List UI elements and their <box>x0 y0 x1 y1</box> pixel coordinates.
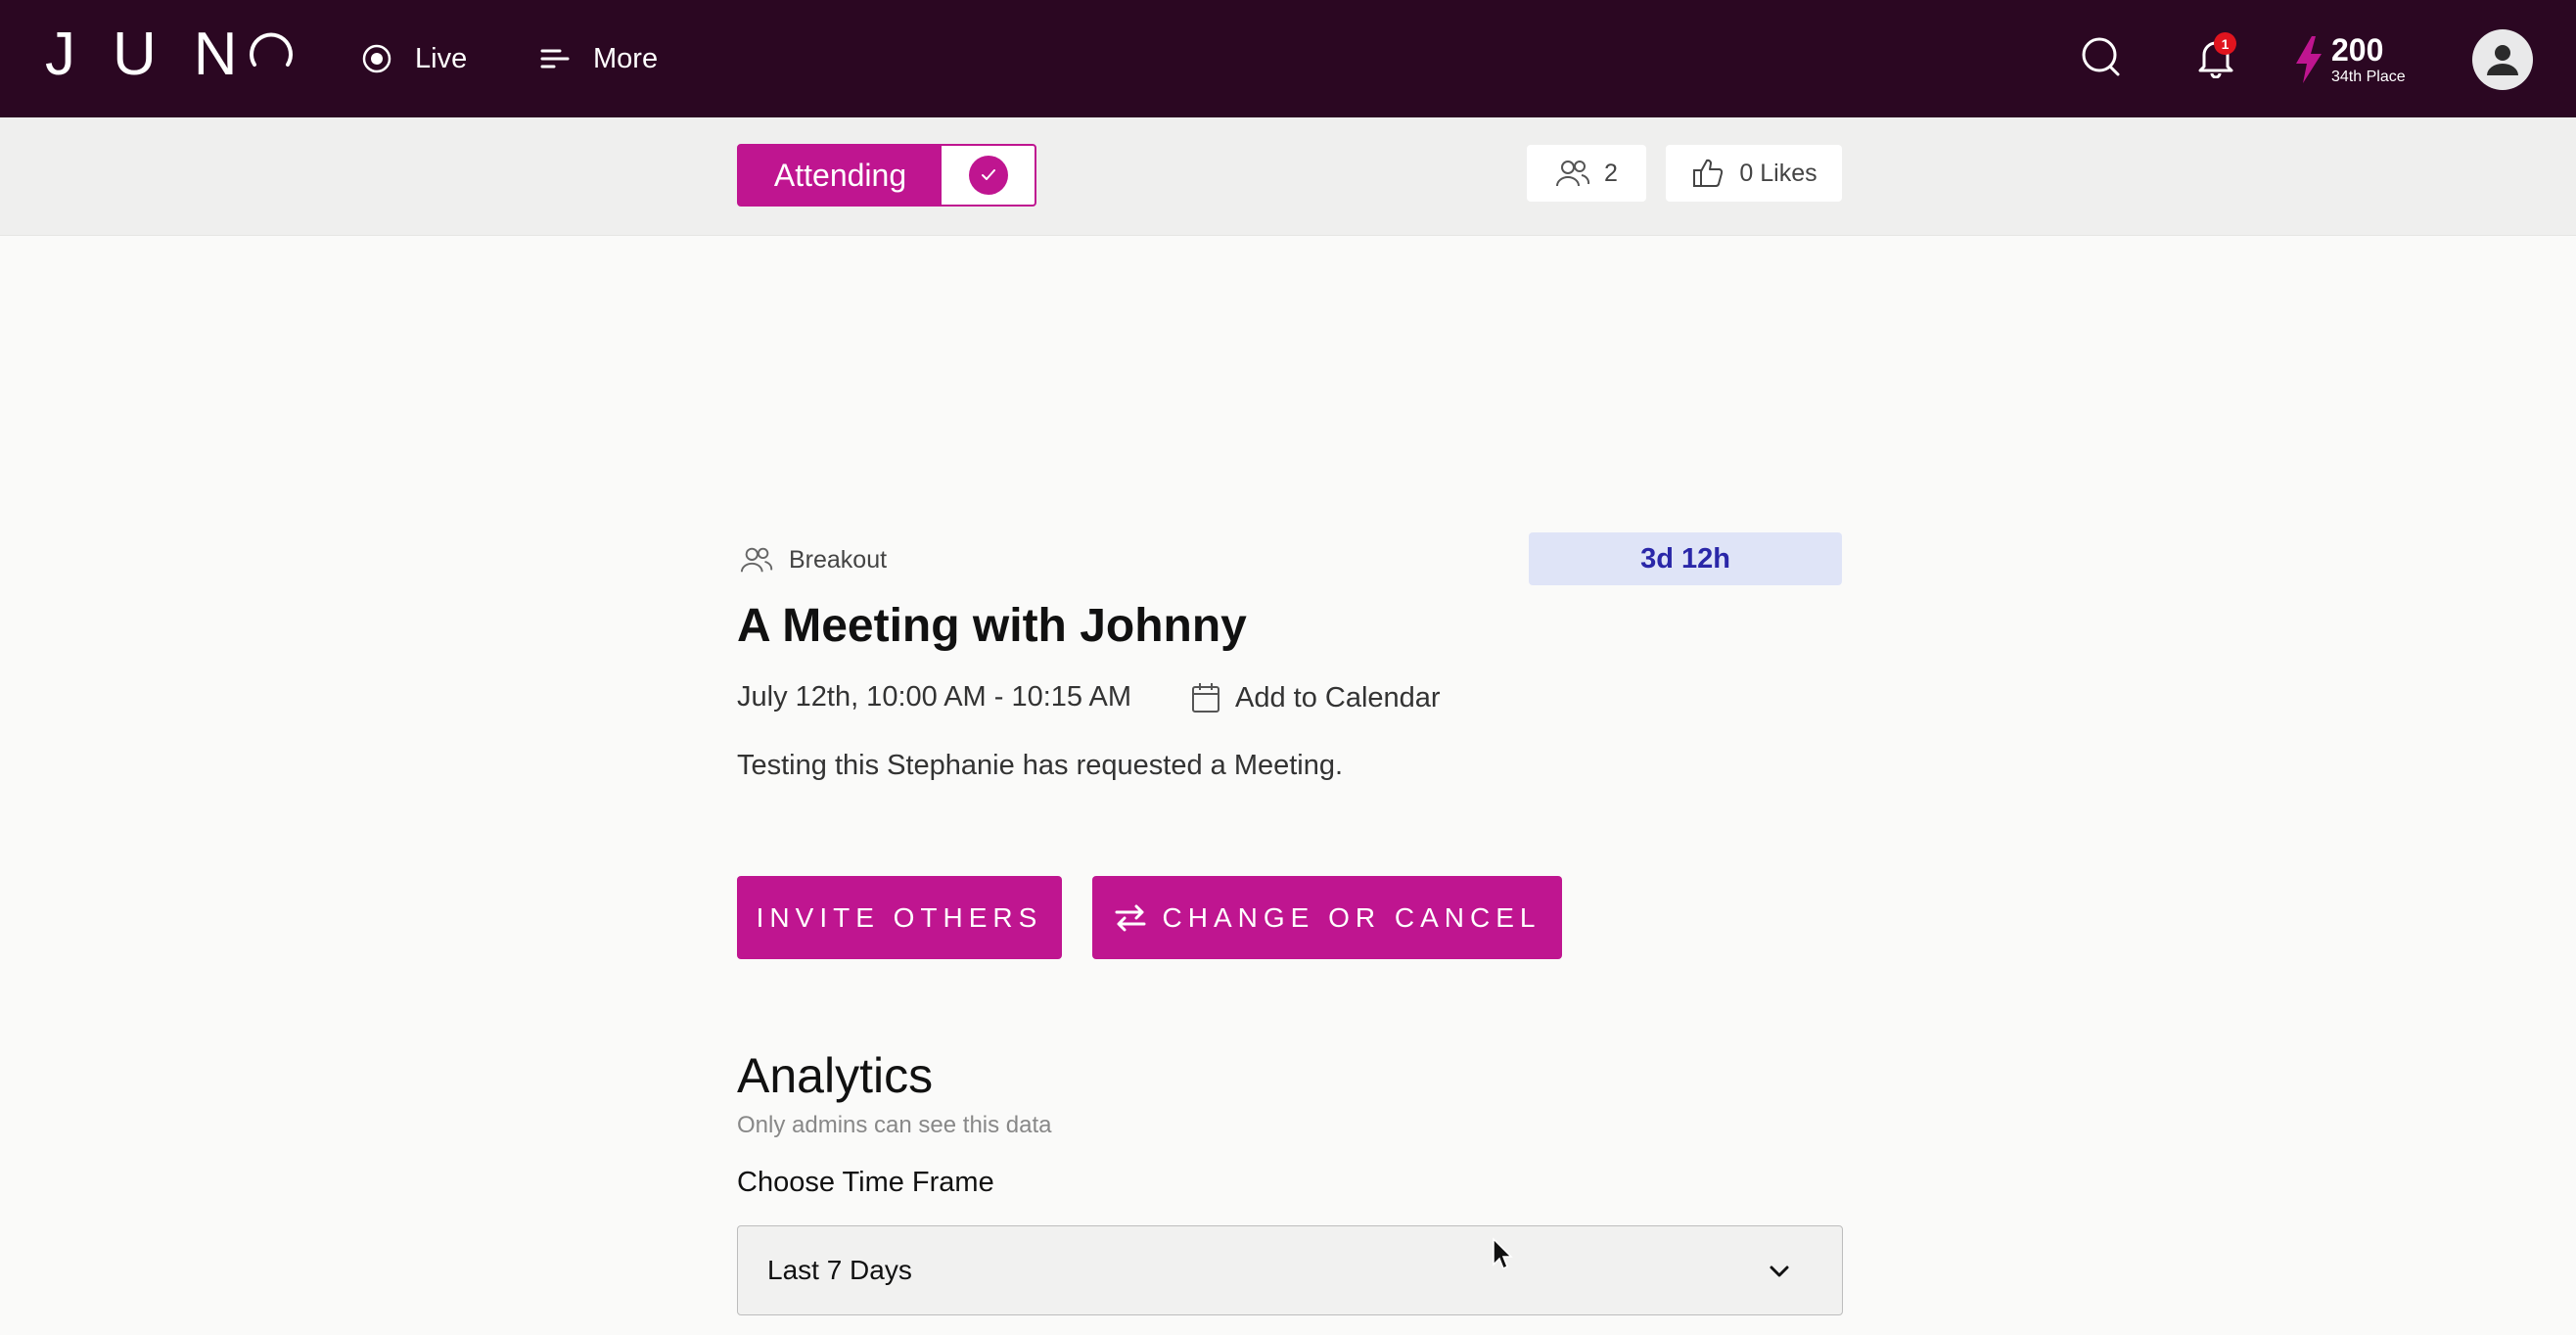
attending-label: Attending <box>739 146 942 205</box>
swap-icon <box>1115 904 1146 931</box>
attendees-button[interactable]: 2 <box>1527 145 1646 202</box>
check-icon <box>968 156 1008 195</box>
session-type: Breakout <box>740 544 887 575</box>
time-frame-label: Choose Time Frame <box>737 1167 994 1198</box>
people-icon <box>1555 156 1590 191</box>
session-action-bar <box>0 117 2576 236</box>
chevron-down-icon <box>1770 1266 1789 1277</box>
countdown-badge: 3d 12h <box>1529 532 1842 585</box>
time-frame-select[interactable]: Last 7 Days <box>737 1225 1843 1315</box>
points-value: 200 <box>2331 32 2384 68</box>
leaderboard-place: 34th Place <box>2331 69 2406 85</box>
juno-logo[interactable]: JUN <box>45 21 293 88</box>
session-datetime: July 12th, 10:00 AM - 10:15 AM <box>737 681 1132 713</box>
session-title: A Meeting with Johnny <box>737 600 1247 652</box>
change-or-cancel-button[interactable]: CHANGE OR CANCEL <box>1092 876 1562 959</box>
attending-check-area <box>942 146 1035 205</box>
search-icon <box>2082 37 2120 76</box>
analytics-subtitle: Only admins can see this data <box>737 1112 1052 1138</box>
likes-button[interactable]: 0 Likes <box>1666 145 1842 202</box>
user-avatar-icon <box>2487 45 2518 75</box>
analytics-heading: Analytics <box>737 1048 934 1103</box>
invite-others-label: INVITE OTHERS <box>756 901 1043 933</box>
nav-live[interactable]: Live <box>360 29 467 88</box>
top-navigation-bar: JUN Live More 1 200 34th Place <box>0 0 2576 117</box>
session-description: Testing this Stephanie has requested a M… <box>737 750 1344 781</box>
menu-icon <box>538 42 572 75</box>
attending-toggle[interactable]: Attending <box>737 144 1036 207</box>
session-type-label: Breakout <box>789 545 888 574</box>
add-to-calendar-label: Add to Calendar <box>1235 681 1441 714</box>
logo-o-arc <box>250 32 293 67</box>
likes-label: 0 Likes <box>1739 159 1817 187</box>
calendar-icon <box>1192 683 1219 713</box>
live-radio-icon <box>360 42 393 75</box>
points-indicator[interactable]: 200 34th Place <box>2292 33 2406 86</box>
user-avatar[interactable] <box>2472 29 2533 90</box>
thumbs-up-icon <box>1690 156 1725 191</box>
logo-text: JUN <box>45 21 275 88</box>
search-button[interactable] <box>2073 29 2128 84</box>
nav-more-label: More <box>593 42 659 74</box>
notification-badge: 1 <box>2214 32 2236 55</box>
bolt-icon <box>2296 36 2322 83</box>
time-frame-value: Last 7 Days <box>767 1255 912 1285</box>
nav-more[interactable]: More <box>538 29 658 88</box>
people-icon <box>740 544 775 575</box>
change-or-cancel-label: CHANGE OR CANCEL <box>1162 901 1541 933</box>
nav-live-label: Live <box>415 42 468 74</box>
add-to-calendar-link[interactable]: Add to Calendar <box>1190 677 1441 718</box>
mouse-cursor-icon <box>1493 1237 1513 1270</box>
attendees-count: 2 <box>1604 159 1618 187</box>
invite-others-button[interactable]: INVITE OTHERS <box>737 876 1062 959</box>
